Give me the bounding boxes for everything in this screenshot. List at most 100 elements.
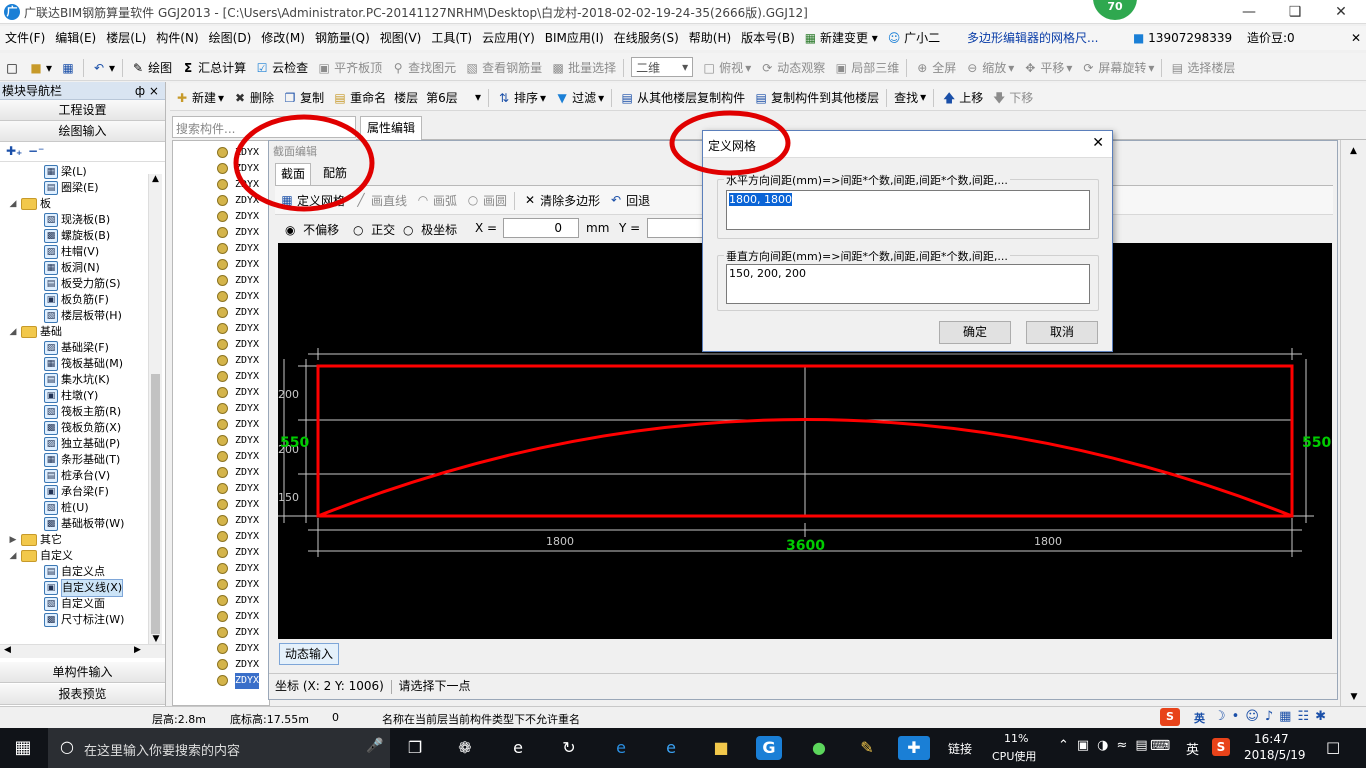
notice-link[interactable]: 多边形编辑器的网格尺... (962, 26, 1103, 50)
cloud-check-button[interactable]: ☑ 云检查 (250, 54, 312, 82)
tree-item[interactable]: ▤ 圈梁(E) (44, 180, 99, 196)
dialog-close-icon[interactable]: ✕ (1092, 135, 1104, 151)
tree-item[interactable]: ▤ 板受力筋(S) (44, 276, 121, 292)
draw-line-button[interactable]: ╱ 画直线 (349, 186, 411, 214)
report-preview-button[interactable]: 报表预览 (0, 684, 165, 705)
ok-button[interactable]: 确定 (939, 321, 1011, 344)
clock-date[interactable]: 2018/5/19 (1244, 748, 1306, 762)
find-button[interactable]: 查找 ▾ (890, 83, 930, 111)
list-item[interactable]: ZDYX (235, 465, 259, 481)
list-item[interactable]: ZDYX (235, 161, 259, 177)
assistant-button[interactable]: ☺ 广小二 (883, 26, 945, 50)
sogou-tray-icon[interactable]: S (1212, 738, 1230, 756)
draw-input-button[interactable]: 绘图输入 (0, 121, 165, 142)
menu-modify[interactable]: 修改(M) (256, 26, 310, 50)
tree-item[interactable]: ▣ 柱墩(Y) (44, 388, 98, 404)
list-item[interactable]: ZDYX (235, 273, 259, 289)
draw-arc-button[interactable]: ◠ 画弧 (411, 186, 461, 214)
list-item[interactable]: ZDYX (235, 321, 259, 337)
ime-mode-indicator[interactable]: 英 (1194, 710, 1205, 726)
save-button[interactable]: ▦ (56, 54, 80, 82)
link-label[interactable]: 链接 (948, 740, 972, 757)
tree-item[interactable]: ▤ 桩承台(V) (44, 468, 110, 484)
panel-pin-close-icon[interactable]: ф × (135, 82, 159, 100)
list-item[interactable]: ZDYX (235, 625, 259, 641)
dynamic-input-button[interactable]: 动态输入 (279, 643, 340, 665)
tree-item[interactable]: ▩ 尺寸标注(W) (44, 612, 124, 628)
tree-item[interactable]: ▧ 桩(U) (44, 500, 89, 516)
list-item[interactable]: ZDYX (235, 481, 259, 497)
scroll-down-icon[interactable]: ▼ (149, 634, 163, 644)
menu-version[interactable]: 版本号(B) (736, 26, 800, 50)
batch-select-button[interactable]: ▩ 批量选择 (546, 54, 620, 82)
list-item[interactable]: ZDYX (235, 305, 259, 321)
list-item[interactable]: ZDYX (235, 417, 259, 433)
main-vscrollbar[interactable]: ▲ ▼ (1340, 140, 1366, 706)
tree-item[interactable]: ◢ 基础 (8, 324, 62, 340)
menu-edit[interactable]: 编辑(E) (50, 26, 101, 50)
flat-top-button[interactable]: ▣ 平齐板顶 (312, 54, 386, 82)
new-change-button[interactable]: ▦ 新建变更 ▾ (800, 26, 883, 50)
ie-icon[interactable]: e (658, 736, 684, 760)
tab-property-edit[interactable]: 属性编辑 (360, 116, 423, 140)
score-badge[interactable]: 70 (1093, 0, 1137, 20)
new-component-button[interactable]: ✚ 新建 ▾ (170, 84, 228, 112)
move-down-button[interactable]: 🡇 下移 (987, 84, 1037, 112)
expand-toggle-icon[interactable]: ◢ (8, 548, 18, 564)
list-item[interactable]: ZDYX (235, 497, 259, 513)
tree-item[interactable]: ▦ 条形基础(T) (44, 452, 120, 468)
list-item[interactable]: ZDYX (235, 657, 259, 673)
tree-item[interactable]: ▦ 筏板基础(M) (44, 356, 123, 372)
windows-start-icon[interactable]: ▦ (10, 736, 36, 760)
list-item[interactable]: ZDYX (235, 433, 259, 449)
list-item[interactable]: ZDYX (235, 529, 259, 545)
list-item[interactable]: ZDYX (235, 145, 259, 161)
tree-item[interactable]: ▧ 筏板主筋(R) (44, 404, 121, 420)
taskbar-ime[interactable]: 英 (1186, 739, 1199, 758)
tree-item[interactable]: ▣ 承台梁(F) (44, 484, 109, 500)
taskbar-search[interactable]: ○ 在这里输入你要搜索的内容 🎤 (48, 728, 390, 768)
list-item[interactable]: ZDYX (235, 641, 259, 657)
tree-scrollbar[interactable]: ▲ ▼ (148, 174, 162, 644)
file-explorer-icon[interactable]: ■ (708, 736, 734, 760)
tree-item[interactable]: ▤ 自定义点 (44, 564, 105, 580)
tree-item[interactable]: ▤ 集水坑(K) (44, 372, 110, 388)
list-item[interactable]: ZDYX (235, 545, 259, 561)
keyboard-icon[interactable]: ⌨ (1150, 738, 1170, 754)
scroll-thumb[interactable] (151, 374, 160, 634)
close-doc-icon[interactable]: ✕ (1346, 26, 1366, 50)
cancel-button[interactable]: 取消 (1026, 321, 1098, 344)
scroll-right-icon[interactable]: ▶ (134, 645, 141, 655)
view-rebar-button[interactable]: ▧ 查看钢筋量 (460, 54, 546, 82)
list-item[interactable]: ZDYX (235, 561, 259, 577)
tree-item[interactable]: ▦ 板洞(N) (44, 260, 100, 276)
menu-tools[interactable]: 工具(T) (426, 26, 477, 50)
notification-icon[interactable]: □ (1326, 738, 1340, 756)
tree-item[interactable]: ◢ 自定义 (8, 548, 73, 564)
microphone-icon[interactable]: 🎤 (366, 738, 383, 754)
draw-circle-button[interactable]: ○ 画圆 (461, 186, 511, 214)
list-item[interactable]: ZDYX (235, 449, 259, 465)
tree-item[interactable]: ▩ 螺旋板(B) (44, 228, 110, 244)
move-up-button[interactable]: 🡅 上移 (937, 84, 987, 112)
expand-toggle-icon[interactable]: ▶ (8, 532, 18, 548)
expand-all-icon[interactable]: ✚₊ (6, 144, 22, 158)
menu-help[interactable]: 帮助(H) (684, 26, 736, 50)
find-elem-button[interactable]: ⚲ 查找图元 (386, 54, 460, 82)
new-file-button[interactable]: □ (0, 54, 24, 82)
list-item[interactable]: ZDYX (235, 209, 259, 225)
open-button[interactable]: ■ ▾ (24, 54, 56, 82)
list-item[interactable]: ZDYX (235, 609, 259, 625)
sort-button[interactable]: ⇅ 排序 ▾ (492, 84, 550, 112)
edge-icon[interactable]: e (608, 736, 634, 760)
expand-toggle-icon[interactable]: ◢ (8, 196, 18, 212)
scroll-up-icon[interactable]: ▲ (149, 174, 162, 184)
menu-component[interactable]: 构件(N) (151, 26, 203, 50)
taskbar-search-input[interactable]: 在这里输入你要搜索的内容 (84, 740, 240, 759)
tree-item[interactable]: ◢ 板 (8, 196, 51, 212)
dynamic-view-button[interactable]: ⟳ 动态观察 (755, 54, 829, 82)
list-item[interactable]: ZDYX (235, 353, 259, 369)
list-item[interactable]: ZDYX (235, 337, 259, 353)
list-item[interactable]: ZDYX (235, 673, 260, 689)
local-3d-button[interactable]: ▣ 局部三维 (829, 54, 903, 82)
